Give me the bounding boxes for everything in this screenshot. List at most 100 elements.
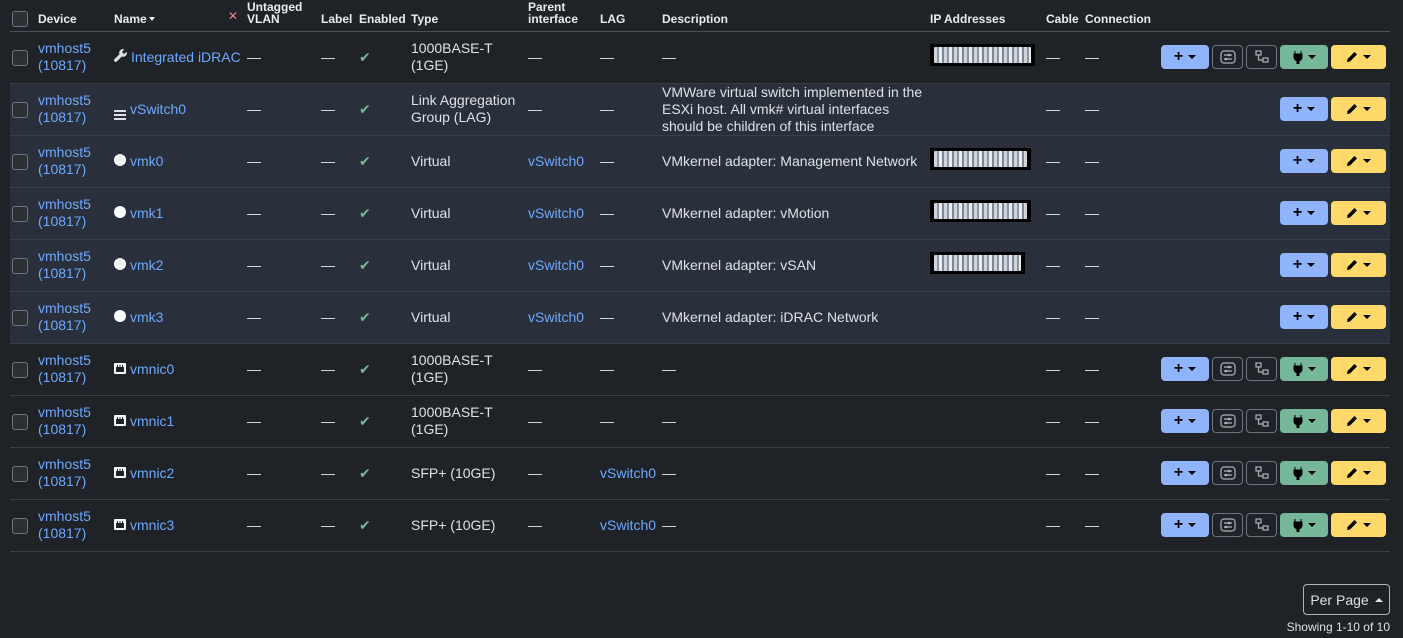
add-dropdown-button[interactable]: +	[1161, 409, 1209, 433]
col-enabled[interactable]: Enabled	[357, 0, 409, 32]
add-dropdown-button[interactable]: +	[1280, 201, 1328, 225]
parent-interface[interactable]: vSwitch0	[526, 291, 598, 343]
trace-button[interactable]	[1212, 357, 1243, 381]
interface-name-link[interactable]: vmnic1	[130, 413, 174, 430]
lag-value[interactable]: vSwitch0	[598, 447, 660, 499]
col-description[interactable]: Description	[660, 0, 928, 32]
dash-value: —	[1046, 204, 1060, 221]
device-link[interactable]: vmhost5 (10817)	[36, 187, 112, 239]
connect-cable-button[interactable]	[1280, 409, 1328, 433]
edit-dropdown-button[interactable]	[1331, 45, 1386, 69]
row-select-checkbox[interactable]	[12, 153, 28, 170]
col-cable[interactable]: Cable	[1044, 0, 1083, 32]
dash-value: —	[321, 100, 335, 117]
device-link[interactable]: vmhost5 (10817)	[36, 83, 112, 135]
interface-name-link[interactable]: vSwitch0	[130, 101, 186, 118]
interface-name-link[interactable]: vmk2	[130, 257, 163, 274]
trace-button[interactable]	[1212, 45, 1243, 69]
trace-button[interactable]	[1212, 513, 1243, 537]
interface-name-link[interactable]: vmk0	[130, 153, 163, 170]
add-dropdown-button[interactable]: +	[1161, 513, 1209, 537]
device-link[interactable]: vmhost5 (10817)	[36, 447, 112, 499]
row-select-checkbox[interactable]	[12, 309, 28, 326]
redacted-ip-address[interactable]	[930, 44, 1035, 66]
edit-dropdown-button[interactable]	[1331, 305, 1386, 329]
trace-button[interactable]	[1212, 409, 1243, 433]
col-device[interactable]: Device	[36, 0, 112, 32]
col-label[interactable]: Label	[319, 0, 357, 32]
connected-devices-button[interactable]	[1246, 45, 1277, 69]
redacted-ip-address[interactable]	[930, 200, 1031, 222]
trace-button[interactable]	[1212, 461, 1243, 485]
device-link[interactable]: vmhost5 (10817)	[36, 239, 112, 291]
lag-value[interactable]: vSwitch0	[598, 499, 660, 551]
trace-icon	[1219, 362, 1236, 376]
connected-devices-button[interactable]	[1246, 513, 1277, 537]
parent-interface[interactable]: vSwitch0	[526, 187, 598, 239]
connect-cable-button[interactable]	[1280, 45, 1328, 69]
edit-dropdown-button[interactable]	[1331, 461, 1386, 485]
clear-sort-icon[interactable]: ✕	[228, 9, 238, 23]
virtual-icon	[114, 205, 126, 222]
interface-name-link[interactable]: vmnic2	[130, 465, 174, 482]
select-all-checkbox[interactable]	[12, 10, 28, 27]
enabled-check-icon: ✔	[359, 360, 371, 377]
row-select-checkbox[interactable]	[12, 257, 28, 274]
row-select-checkbox[interactable]	[12, 101, 28, 118]
edit-dropdown-button[interactable]	[1331, 201, 1386, 225]
device-link[interactable]: vmhost5 (10817)	[36, 499, 112, 551]
interface-name-link[interactable]: vmnic0	[130, 361, 174, 378]
col-name[interactable]: Name	[112, 0, 245, 32]
add-dropdown-button[interactable]: +	[1161, 357, 1209, 381]
connected-devices-button[interactable]	[1246, 461, 1277, 485]
add-dropdown-button[interactable]: +	[1280, 253, 1328, 277]
row-select-checkbox[interactable]	[12, 517, 28, 534]
device-link[interactable]: vmhost5 (10817)	[36, 135, 112, 187]
device-link[interactable]: vmhost5 (10817)	[36, 31, 112, 83]
col-untagged-vlan[interactable]: Untagged VLAN	[245, 0, 319, 32]
connected-devices-button[interactable]	[1246, 357, 1277, 381]
col-ip-addresses[interactable]: IP Addresses	[928, 0, 1044, 32]
table-row: vmhost5 (10817) vSwitch0 — — ✔ Link Aggregati…	[10, 83, 1390, 135]
edit-dropdown-button[interactable]	[1331, 409, 1386, 433]
add-dropdown-button[interactable]: +	[1161, 45, 1209, 69]
edit-dropdown-button[interactable]	[1331, 513, 1386, 537]
connected-devices-button[interactable]	[1246, 409, 1277, 433]
connect-cable-button[interactable]	[1280, 461, 1328, 485]
col-lag[interactable]: LAG	[598, 0, 660, 32]
device-link[interactable]: vmhost5 (10817)	[36, 395, 112, 447]
interface-name-link[interactable]: Integrated iDRAC	[131, 49, 241, 66]
row-select-checkbox[interactable]	[12, 361, 28, 378]
lag-value: —	[600, 152, 614, 169]
interface-name-link[interactable]: vmk1	[130, 205, 163, 222]
col-parent[interactable]: Parent interface	[526, 0, 598, 32]
edit-dropdown-button[interactable]	[1331, 97, 1386, 121]
parent-interface[interactable]: vSwitch0	[526, 135, 598, 187]
redacted-ip-address[interactable]	[930, 148, 1031, 170]
edit-dropdown-button[interactable]	[1331, 357, 1386, 381]
redacted-ip-address[interactable]	[930, 252, 1025, 274]
per-page-dropdown[interactable]: Per Page	[1303, 584, 1390, 615]
row-select-checkbox[interactable]	[12, 205, 28, 222]
add-dropdown-button[interactable]: +	[1280, 97, 1328, 121]
edit-dropdown-button[interactable]	[1331, 253, 1386, 277]
device-link[interactable]: vmhost5 (10817)	[36, 291, 112, 343]
connect-cable-button[interactable]	[1280, 513, 1328, 537]
parent-interface[interactable]: vSwitch0	[526, 239, 598, 291]
col-connection[interactable]: Connection	[1083, 0, 1153, 32]
dash-value: —	[321, 516, 335, 533]
add-dropdown-button[interactable]: +	[1280, 305, 1328, 329]
col-type[interactable]: Type	[409, 0, 526, 32]
dash-value: —	[247, 516, 261, 533]
connect-cable-button[interactable]	[1280, 357, 1328, 381]
add-dropdown-button[interactable]: +	[1161, 461, 1209, 485]
row-select-checkbox[interactable]	[12, 465, 28, 482]
dash-value: —	[1085, 308, 1099, 325]
add-dropdown-button[interactable]: +	[1280, 149, 1328, 173]
interface-name-link[interactable]: vmk3	[130, 309, 163, 326]
edit-dropdown-button[interactable]	[1331, 149, 1386, 173]
row-select-checkbox[interactable]	[12, 49, 28, 66]
device-link[interactable]: vmhost5 (10817)	[36, 343, 112, 395]
interface-name-link[interactable]: vmnic3	[130, 517, 174, 534]
row-select-checkbox[interactable]	[12, 413, 28, 430]
